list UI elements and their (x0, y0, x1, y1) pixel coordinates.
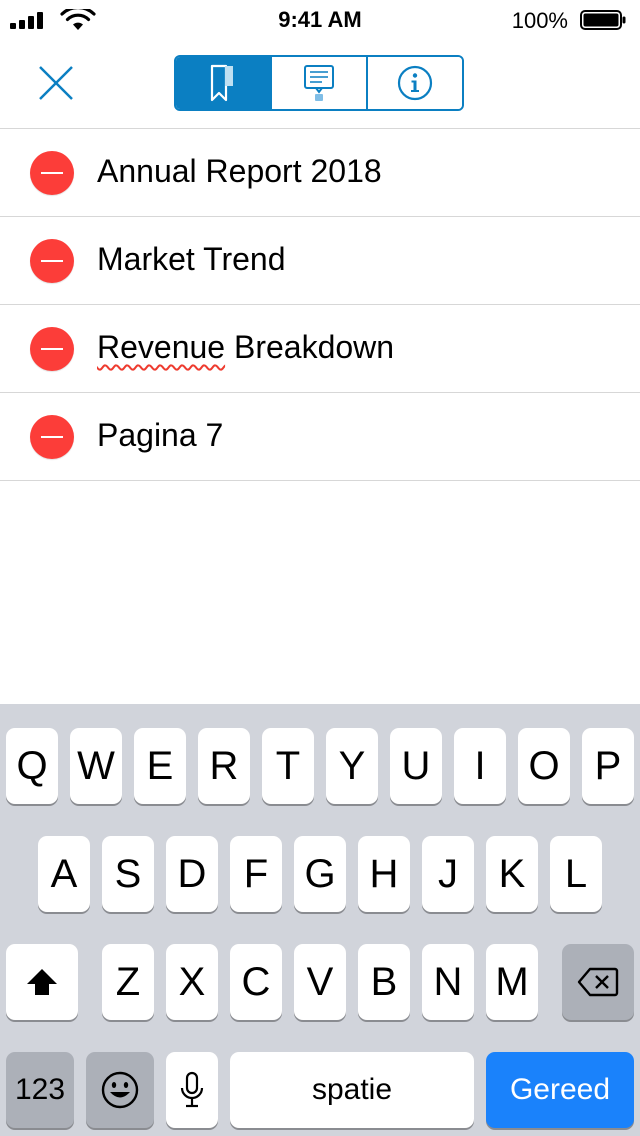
key-r[interactable]: R (198, 728, 250, 804)
key-k[interactable]: K (486, 836, 538, 912)
key-i[interactable]: I (454, 728, 506, 804)
close-button[interactable] (28, 58, 84, 108)
key-h[interactable]: H (358, 836, 410, 912)
bookmark-title: Market Trend (97, 241, 286, 277)
numbers-key[interactable]: 123 (6, 1052, 74, 1128)
key-a[interactable]: A (38, 836, 90, 912)
dictation-key[interactable] (166, 1052, 218, 1128)
emoji-icon (101, 1071, 139, 1109)
key-y[interactable]: Y (326, 728, 378, 804)
key-o[interactable]: O (518, 728, 570, 804)
key-l[interactable]: L (550, 836, 602, 912)
key-s[interactable]: S (102, 836, 154, 912)
close-icon (39, 66, 73, 100)
key-v[interactable]: V (294, 944, 346, 1020)
view-segmented-control (174, 55, 464, 111)
info-icon (397, 65, 433, 101)
battery-percent: 100% (511, 8, 568, 33)
key-x[interactable]: X (166, 944, 218, 1020)
list-item[interactable]: Revenue Breakdown (0, 305, 640, 393)
comment-icon (304, 65, 334, 101)
key-p[interactable]: P (582, 728, 634, 804)
space-key[interactable]: spatie (230, 1052, 474, 1128)
key-w[interactable]: W (70, 728, 122, 804)
tab-bookmarks[interactable] (176, 57, 270, 109)
minus-icon (41, 172, 63, 174)
bookmark-title: Pagina 7 (97, 417, 224, 453)
backspace-key[interactable] (562, 944, 634, 1020)
toolbar (0, 40, 640, 129)
bookmark-title: Annual Report 2018 (97, 153, 382, 189)
key-u[interactable]: U (390, 728, 442, 804)
key-f[interactable]: F (230, 836, 282, 912)
spellcheck-word: Revenue (97, 329, 226, 365)
backspace-icon (577, 967, 619, 997)
status-bar: 9:41 AM 100% (0, 0, 640, 40)
key-e[interactable]: E (134, 728, 186, 804)
minus-icon (41, 260, 63, 262)
list-item[interactable]: Market Trend (0, 217, 640, 305)
emoji-key[interactable] (86, 1052, 154, 1128)
delete-button[interactable] (30, 415, 74, 459)
bookmark-title-field[interactable]: Revenue Breakdown (97, 327, 394, 367)
key-n[interactable]: N (422, 944, 474, 1020)
shift-icon (27, 969, 57, 995)
done-key[interactable]: Gereed (486, 1052, 634, 1128)
minus-icon (41, 348, 63, 350)
delete-button[interactable] (30, 327, 74, 371)
key-m[interactable]: M (486, 944, 538, 1020)
minus-icon (41, 436, 63, 438)
battery-icon (580, 10, 626, 30)
delete-button[interactable] (30, 239, 74, 283)
list-item[interactable]: Pagina 7 (0, 393, 640, 481)
tab-info[interactable] (366, 57, 462, 109)
bookmark-list: Annual Report 2018 Market Trend Revenue … (0, 129, 640, 481)
delete-button[interactable] (30, 151, 74, 195)
key-t[interactable]: T (262, 728, 314, 804)
shift-key[interactable] (6, 944, 78, 1020)
key-d[interactable]: D (166, 836, 218, 912)
bookmark-icon (210, 64, 233, 102)
key-g[interactable]: G (294, 836, 346, 912)
key-z[interactable]: Z (102, 944, 154, 1020)
key-j[interactable]: J (422, 836, 474, 912)
key-b[interactable]: B (358, 944, 410, 1020)
tab-annotations[interactable] (270, 57, 366, 109)
list-item[interactable]: Annual Report 2018 (0, 129, 640, 217)
key-q[interactable]: Q (6, 728, 58, 804)
keyboard: Q W E R T Y U I O P A S D F G H J K L Z … (0, 704, 640, 1136)
bookmark-title-rest: Breakdown (225, 329, 395, 365)
key-c[interactable]: C (230, 944, 282, 1020)
microphone-icon (180, 1071, 204, 1108)
